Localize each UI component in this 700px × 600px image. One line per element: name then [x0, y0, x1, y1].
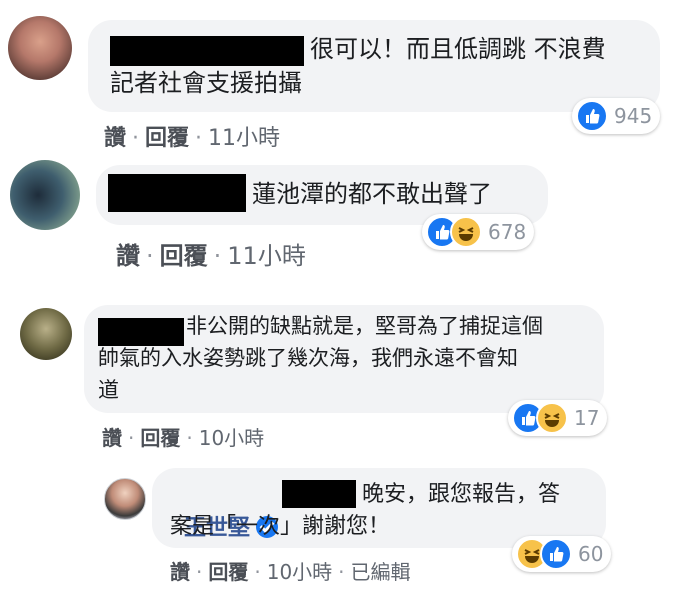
redacted-username [108, 174, 246, 212]
comment-text: 很可以！而且低調跳 不浪費 記者社會支援拍攝 [110, 35, 606, 97]
reply-actions: 讚 · 回覆 · 10小時 · 已編輯 [170, 560, 411, 584]
comment-text: 非公開的缺點就是，堅哥為了捕捉這個 帥氣的入水姿勢跳了幾次海，我們永遠不會知 道 [98, 314, 543, 402]
commenter-avatar[interactable] [8, 16, 72, 80]
reply-text-line1: 晚安，跟您報告，答 [362, 482, 561, 507]
timestamp[interactable]: 10小時 [199, 426, 264, 450]
like-link[interactable]: 讚 [102, 426, 122, 450]
timestamp[interactable]: 11小時 [227, 242, 306, 270]
like-icon [576, 100, 608, 132]
like-link[interactable]: 讚 [116, 242, 140, 270]
reply-link[interactable]: 回覆 [145, 126, 189, 151]
edited-label[interactable]: 已編輯 [351, 560, 411, 584]
reaction-count: 60 [578, 542, 604, 566]
redacted-username [282, 480, 356, 508]
reply-link[interactable]: 回覆 [160, 242, 208, 270]
haha-icon [450, 216, 482, 248]
author-avatar[interactable] [104, 478, 146, 520]
reaction-summary[interactable]: 17 [508, 400, 608, 436]
comment-actions: 讚 · 回覆 · 11小時 [116, 242, 306, 270]
commenter-avatar[interactable] [10, 160, 80, 230]
like-link[interactable]: 讚 [104, 126, 126, 151]
reply-link[interactable]: 回覆 [140, 426, 180, 450]
reaction-count: 945 [614, 104, 653, 128]
reply-link[interactable]: 回覆 [208, 560, 248, 584]
reaction-count: 678 [488, 220, 527, 244]
commenter-avatar[interactable] [20, 308, 72, 360]
reaction-summary[interactable]: 60 [512, 536, 612, 572]
reaction-summary[interactable]: 945 [572, 98, 661, 134]
comment-actions: 讚 · 回覆 · 10小時 [102, 426, 265, 450]
reaction-summary[interactable]: 678 [422, 214, 535, 250]
timestamp[interactable]: 10小時 [267, 560, 332, 584]
reaction-count: 17 [574, 406, 600, 430]
like-link[interactable]: 讚 [170, 560, 190, 584]
comment-actions: 讚 · 回覆 · 11小時 [104, 126, 281, 151]
like-icon [540, 538, 572, 570]
timestamp[interactable]: 11小時 [208, 126, 280, 151]
comment-text: 蓮池潭的都不敢出聲了 [252, 180, 492, 208]
haha-icon [536, 402, 568, 434]
reply-text-line2: 案是「一次」謝謝您！ [170, 514, 391, 539]
